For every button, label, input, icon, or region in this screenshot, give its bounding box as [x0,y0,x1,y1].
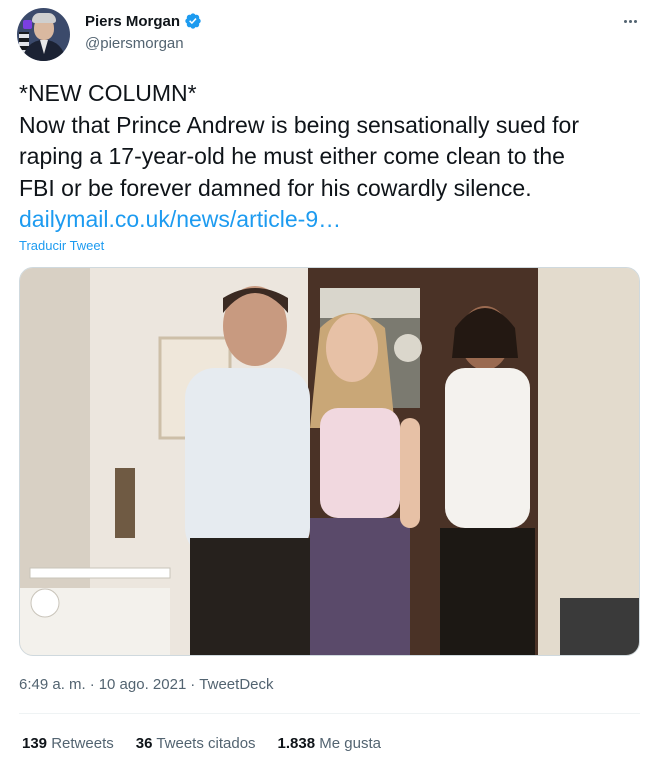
tweet-meta: 6:49 a. m. · 10 ago. 2021 · TweetDeck [19,676,274,693]
photo-man-shirt [185,368,310,558]
tweet-stats: 139 Retweets 36 Tweets citados 1.838 Me … [22,735,381,752]
photo-furniture [560,598,639,655]
quote-tweets-label: Tweets citados [156,735,256,752]
translate-tweet-link[interactable]: Traducir Tweet [19,238,104,253]
more-dot [628,19,632,23]
likes-label: Me gusta [319,735,381,752]
verified-badge-icon [184,12,202,30]
photo-right-woman-skirt [440,528,535,655]
photo-woman-arm [400,418,420,528]
tweet-time[interactable]: 6:49 a. m. [19,676,86,693]
author-handle[interactable]: @piersmorgan [85,35,184,52]
quote-tweets-stat[interactable]: 36 Tweets citados [136,735,256,752]
likes-count: 1.838 [277,735,316,752]
meta-separator: · [190,676,196,693]
avatar-hair [32,13,56,23]
photo-lamp-glow [394,334,422,362]
more-options-icon[interactable] [619,10,641,32]
tweet-text-line: raping a 17-year-old he must either come… [19,143,565,169]
quote-tweets-count: 36 [135,735,153,752]
photo-railing-rail [29,567,171,579]
tweet-text-line: FBI or be forever damned for his cowardl… [19,174,532,201]
photo-man-trousers [190,538,310,655]
meta-separator: · [89,676,95,693]
photo-woman-trousers [310,518,410,655]
photo-window-blind [320,288,420,318]
photo-right-wall [538,268,639,655]
retweets-stat[interactable]: 139 Retweets [22,735,114,752]
photo-illustration [20,268,639,655]
avatar[interactable] [17,8,70,61]
more-dot [633,19,637,23]
tweet-card: Piers Morgan @piersmorgan *NEW COLUMN* N… [0,0,659,769]
photo-woman-face [326,314,378,382]
retweets-label: Retweets [51,735,114,752]
tweet-text: *NEW COLUMN* Now that Prince Andrew is b… [19,78,644,236]
photo-right-woman-top [445,368,530,528]
avatar-logo-mark [23,20,32,29]
divider [19,713,640,714]
tweet-link[interactable]: dailymail.co.uk/news/article-9… [19,204,644,236]
photo-door-frame [115,468,135,538]
author-name-row: Piers Morgan [85,12,202,30]
author-display-name[interactable]: Piers Morgan [85,13,180,30]
more-dot [623,19,627,23]
photo-newel-post [30,588,60,618]
tweet-text-line: Now that Prince Andrew is being sensatio… [19,111,579,138]
retweets-count: 139 [22,735,48,752]
tweet-photo[interactable] [19,267,640,656]
photo-woman-top [320,408,400,518]
likes-stat[interactable]: 1.838 Me gusta [278,735,381,752]
tweet-source[interactable]: TweetDeck [199,676,273,693]
tweet-text-line: *NEW COLUMN* [19,80,197,106]
tweet-date[interactable]: 10 ago. 2021 [99,676,187,693]
